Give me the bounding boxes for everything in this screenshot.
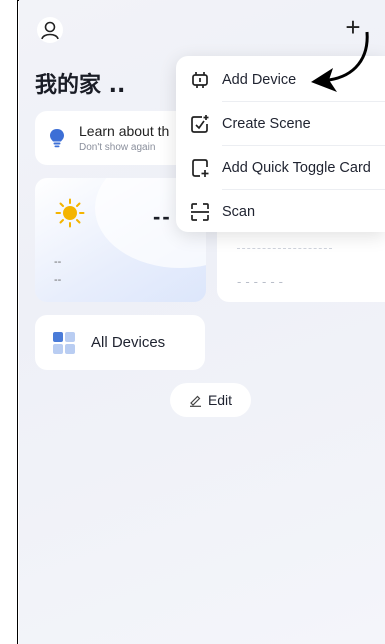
- user-icon: [41, 21, 59, 40]
- tip-title: Learn about th: [79, 123, 170, 139]
- lightbulb-icon: [50, 129, 64, 148]
- all-devices-card[interactable]: All Devices: [35, 315, 205, 370]
- sun-icon: [55, 198, 85, 228]
- energy-divider: [237, 248, 332, 249]
- add-device-icon: [189, 69, 211, 91]
- menu-item-scan[interactable]: Scan: [176, 190, 385, 233]
- edit-label: Edit: [207, 392, 233, 408]
- weather-line-1: --: [54, 256, 62, 268]
- annotation-arrow-icon: [311, 31, 369, 92]
- menu-item-label: Scan: [222, 203, 256, 220]
- all-devices-label: All Devices: [91, 334, 166, 351]
- pencil-icon: [189, 395, 201, 407]
- menu-item-label: Add Quick Toggle Card: [222, 159, 371, 176]
- create-scene-icon: [189, 113, 211, 135]
- menu-item-add-quick-toggle-card[interactable]: Add Quick Toggle Card: [176, 146, 385, 189]
- menu-item-label: Create Scene: [222, 115, 311, 132]
- menu-item-create-scene[interactable]: Create Scene: [176, 102, 385, 145]
- energy-placeholder: ------: [237, 274, 287, 289]
- scan-icon: [189, 201, 211, 223]
- devices-grid-icon: [53, 332, 75, 354]
- add-card-icon: [189, 157, 211, 179]
- temperature-value: --: [153, 204, 172, 229]
- home-title[interactable]: 我的家 ..: [35, 67, 125, 99]
- left-frame-edge: [0, 0, 18, 644]
- weather-line-2: --: [54, 274, 62, 286]
- edit-button[interactable]: Edit: [170, 383, 251, 417]
- tip-dismiss-link[interactable]: Don't show again: [79, 142, 155, 153]
- avatar-button[interactable]: [37, 17, 63, 43]
- menu-item-label: Add Device: [222, 71, 297, 88]
